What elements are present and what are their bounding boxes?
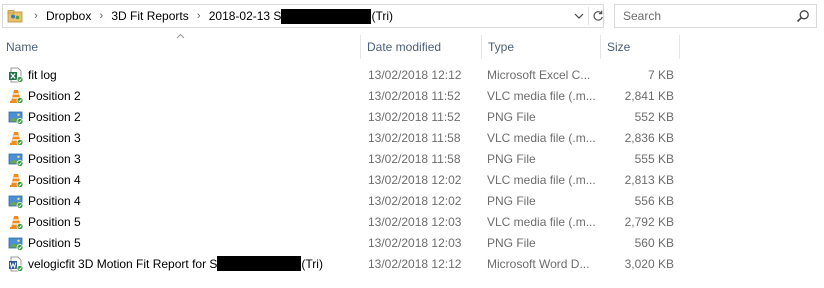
- file-name: Position 4: [28, 193, 81, 208]
- file-size: 3,020 KB: [624, 256, 674, 271]
- file-size: 556 KB: [634, 193, 674, 208]
- file-name: Position 2: [28, 109, 81, 124]
- file-type: VLC media file (.m...: [487, 172, 596, 187]
- file-type: PNG File: [487, 193, 536, 208]
- file-type: PNG File: [487, 109, 536, 124]
- file-date: 13/02/2018 12:03: [368, 214, 462, 229]
- file-date: 13/02/2018 11:52: [368, 109, 461, 124]
- breadcrumb-chevron-icon[interactable]: ›: [192, 10, 206, 22]
- file-name: fit log: [28, 67, 57, 82]
- file-row[interactable]: Position 5 13/02/2018 12:03 PNG File 560…: [0, 232, 824, 253]
- file-row[interactable]: Position 3 13/02/2018 11:58 VLC media fi…: [0, 127, 824, 148]
- vlc-file-icon: [10, 215, 24, 230]
- dropbox-folder-icon: [7, 10, 23, 23]
- breadcrumb: › Dropbox › 3D Fit Reports › 2018-02-13 …: [29, 5, 396, 27]
- breadcrumb-current-folder-suffix[interactable]: (Tri): [371, 9, 396, 23]
- file-date: 13/02/2018 11:58: [368, 130, 461, 145]
- refresh-icon: [593, 10, 603, 21]
- breadcrumb-chevron-icon[interactable]: ›: [94, 10, 108, 22]
- file-date: 13/02/2018 12:03: [368, 235, 462, 250]
- address-bar[interactable]: › Dropbox › 3D Fit Reports › 2018-02-13 …: [2, 4, 604, 28]
- file-date: 13/02/2018 12:02: [368, 172, 462, 187]
- file-size: 552 KB: [634, 109, 674, 124]
- refresh-button[interactable]: [588, 7, 606, 25]
- file-row[interactable]: Position 4 13/02/2018 12:02 VLC media fi…: [0, 169, 824, 190]
- breadcrumb-current-folder[interactable]: 2018-02-13 S: [206, 9, 282, 23]
- file-date: 13/02/2018 11:58: [368, 151, 461, 166]
- png-file-icon: [8, 237, 24, 251]
- file-size: 7 KB: [647, 67, 674, 82]
- search-box[interactable]: Search: [614, 4, 817, 28]
- file-type: VLC media file (.m...: [487, 130, 596, 145]
- file-name: Position 3: [28, 130, 81, 145]
- vlc-file-icon: [10, 89, 24, 104]
- file-date: 13/02/2018 11:52: [368, 88, 461, 103]
- redaction-bar: [217, 256, 302, 271]
- png-file-icon: [8, 153, 24, 167]
- file-name: Position 3: [28, 151, 81, 166]
- file-row[interactable]: Position 5 13/02/2018 12:03 VLC media fi…: [0, 211, 824, 232]
- file-name: Position 5: [28, 214, 81, 229]
- file-row[interactable]: fit log 13/02/2018 12:12 Microsoft Excel…: [0, 64, 824, 85]
- file-name-suffix: (Tri): [301, 256, 323, 271]
- column-header-name[interactable]: Name: [0, 33, 360, 61]
- redaction-bar: [281, 8, 372, 24]
- file-type: Microsoft Excel C...: [487, 67, 591, 82]
- file-size: 555 KB: [634, 151, 674, 166]
- png-file-icon: [8, 111, 24, 125]
- vlc-file-icon: [10, 131, 24, 146]
- file-date: 13/02/2018 12:02: [368, 193, 462, 208]
- file-size: 2,813 KB: [624, 172, 674, 187]
- breadcrumb-dropbox[interactable]: Dropbox: [43, 9, 94, 23]
- file-name: velogicfit 3D Motion Fit Report for S: [28, 256, 218, 271]
- address-history-dropdown[interactable]: [570, 7, 588, 25]
- column-header-date-modified[interactable]: Date modified: [361, 33, 481, 61]
- file-type: PNG File: [487, 151, 536, 166]
- file-row[interactable]: velogicfit 3D Motion Fit Report for S (Tr…: [0, 253, 824, 274]
- file-date: 13/02/2018 12:12: [368, 67, 462, 82]
- file-size: 2,792 KB: [624, 214, 674, 229]
- file-date: 13/02/2018 12:12: [368, 256, 462, 271]
- file-size: 560 KB: [634, 235, 674, 250]
- file-size: 2,836 KB: [624, 130, 674, 145]
- breadcrumb-3d-fit-reports[interactable]: 3D Fit Reports: [108, 9, 191, 23]
- vlc-file-icon: [10, 173, 24, 188]
- file-row[interactable]: Position 4 13/02/2018 12:02 PNG File 556…: [0, 190, 824, 211]
- column-headers: Name Date modified Type Size: [0, 33, 824, 61]
- breadcrumb-chevron-icon[interactable]: ›: [29, 10, 43, 22]
- toolbar: › Dropbox › 3D Fit Reports › 2018-02-13 …: [0, 0, 824, 33]
- word-file-icon: [9, 256, 24, 272]
- file-type: PNG File: [487, 235, 536, 250]
- column-divider[interactable]: [679, 35, 680, 59]
- search-icon[interactable]: [796, 9, 810, 23]
- file-row[interactable]: Position 3 13/02/2018 11:58 PNG File 555…: [0, 148, 824, 169]
- file-type: Microsoft Word D...: [487, 256, 590, 271]
- png-file-icon: [8, 195, 24, 209]
- file-type: VLC media file (.m...: [487, 214, 596, 229]
- file-name: Position 4: [28, 172, 81, 187]
- column-header-size[interactable]: Size: [601, 33, 679, 61]
- excel-file-icon: [9, 67, 24, 83]
- file-size: 2,841 KB: [624, 88, 674, 103]
- file-name: Position 2: [28, 88, 81, 103]
- file-name: Position 5: [28, 235, 81, 250]
- column-header-type[interactable]: Type: [482, 33, 600, 61]
- file-row[interactable]: Position 2 13/02/2018 11:52 PNG File 552…: [0, 106, 824, 127]
- chevron-down-icon: [574, 13, 584, 19]
- file-row[interactable]: Position 2 13/02/2018 11:52 VLC media fi…: [0, 85, 824, 106]
- file-type: VLC media file (.m...: [487, 88, 596, 103]
- search-placeholder[interactable]: Search: [623, 9, 661, 23]
